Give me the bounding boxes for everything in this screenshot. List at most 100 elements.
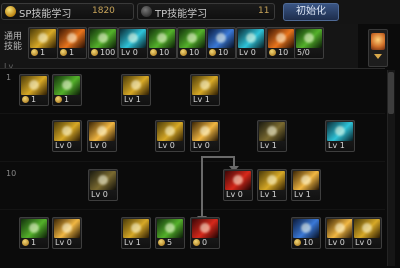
sp-coin-icon (294, 239, 301, 246)
skill-level-label: Lv 1 (260, 190, 277, 199)
skill-level-label: 1 (22, 95, 48, 104)
skill-connector-line (233, 156, 235, 166)
skill-slot[interactable]: 5 (155, 217, 185, 249)
skill-level-label: Lv 0 (226, 190, 243, 199)
sp-coin-icon (60, 49, 67, 56)
skill-level-label: 10 (209, 48, 235, 57)
skill-icon (59, 29, 85, 48)
sp-orb-icon (5, 6, 16, 17)
skill-icon (54, 122, 80, 141)
sp-coin-icon (209, 49, 216, 56)
sp-coin-icon (150, 49, 157, 56)
skill-common-8[interactable]: Lv 0 (236, 27, 266, 59)
tp-tab-label: TP技能学习 (155, 9, 208, 20)
skill-slot[interactable]: Lv 1 (257, 169, 287, 201)
skill-icon (296, 29, 322, 48)
character-select-button[interactable] (368, 29, 388, 67)
skill-common-9[interactable]: 10 (266, 27, 296, 59)
skill-icon (120, 29, 146, 48)
skill-level-label: Lv 1 (328, 141, 345, 150)
skill-level-label: Lv 0 (355, 238, 372, 247)
skill-common-1[interactable]: 1 (28, 27, 58, 59)
skill-slot[interactable]: Lv 0 (52, 217, 82, 249)
skill-slot[interactable]: 1 (52, 74, 82, 106)
scrollbar-thumb[interactable] (388, 72, 394, 114)
skill-slot[interactable]: 1 (19, 74, 49, 106)
skill-level-label: 0 (193, 238, 219, 247)
divider (0, 113, 385, 114)
skill-icon (21, 219, 47, 238)
skill-slot[interactable]: 10 (291, 217, 321, 249)
skill-level-label: Lv 0 (158, 141, 175, 150)
skill-common-2[interactable]: 1 (57, 27, 87, 59)
skill-icon (293, 219, 319, 238)
skill-common-4[interactable]: Lv 0 (118, 27, 148, 59)
skill-level-label: Lv 1 (124, 238, 141, 247)
skill-level-label: 1 (55, 95, 81, 104)
skill-slot[interactable]: Lv 0 (87, 120, 117, 152)
skill-slot[interactable]: Lv 0 (325, 217, 355, 249)
skill-slot[interactable]: Lv 1 (190, 74, 220, 106)
skill-icon (123, 76, 149, 95)
skill-slot[interactable]: Lv 0 (52, 120, 82, 152)
skill-common-7[interactable]: 10 (206, 27, 236, 59)
sp-coin-icon (55, 96, 62, 103)
skill-connector-line (201, 156, 234, 158)
level-prefix-label: Lv. (4, 62, 16, 71)
skill-icon (54, 76, 80, 95)
skill-icon (90, 171, 116, 190)
skill-level-label: 5 (158, 238, 184, 247)
skill-icon (327, 219, 353, 238)
skill-common-5[interactable]: 10 (147, 27, 177, 59)
tp-skill-tab[interactable]: TP技能学习 11 (137, 3, 275, 20)
skill-level-label: Lv 0 (193, 141, 210, 150)
skill-level-label: 5/0 (297, 48, 310, 57)
skill-window-header: SP技能学习 1820 TP技能学习 11 初始化 (0, 0, 400, 24)
skill-icon (192, 122, 218, 141)
skill-level-label: Lv 0 (239, 48, 256, 57)
sp-points-value: 1820 (92, 6, 115, 16)
skill-slot[interactable]: Lv 0 (190, 120, 220, 152)
skill-icon (225, 171, 251, 190)
reset-skills-button[interactable]: 初始化 (283, 3, 339, 21)
skill-level-label: 1 (31, 48, 57, 57)
skill-level-label: Lv 0 (328, 238, 345, 247)
skill-level-label: Lv 1 (124, 95, 141, 104)
skill-slot[interactable]: Lv 1 (257, 120, 287, 152)
sp-coin-icon (22, 96, 29, 103)
skill-icon (123, 219, 149, 238)
skill-level-label: Lv 0 (121, 48, 138, 57)
skill-icon (157, 219, 183, 238)
sp-coin-icon (91, 49, 98, 56)
skill-slot[interactable]: Lv 0 (88, 169, 118, 201)
skill-slot[interactable]: Lv 1 (291, 169, 321, 201)
skill-common-6[interactable]: 10 (177, 27, 207, 59)
sp-coin-icon (31, 49, 38, 56)
sp-coin-icon (22, 239, 29, 246)
sp-skill-tab[interactable]: SP技能学习 1820 (1, 3, 134, 20)
sp-coin-icon (158, 239, 165, 246)
tp-points-value: 11 (258, 6, 270, 16)
skill-connector-line (201, 156, 203, 216)
common-skills-label: 通用技能 (4, 32, 23, 52)
skill-level-label: 10 (180, 48, 206, 57)
skill-slot[interactable]: Lv 1 (121, 217, 151, 249)
skill-slot[interactable]: Lv 0 (223, 169, 253, 201)
skill-slot[interactable]: 0 (190, 217, 220, 249)
skill-slot[interactable]: Lv 0 (155, 120, 185, 152)
skill-slot[interactable]: Lv 0 (352, 217, 382, 249)
sp-coin-icon (193, 239, 200, 246)
skill-common-3[interactable]: 100 (88, 27, 118, 59)
skill-icon (179, 29, 205, 48)
skill-icon (90, 29, 116, 48)
skill-common-10[interactable]: 5/0 (294, 27, 324, 59)
skill-icon (208, 29, 234, 48)
skill-slot[interactable]: Lv 1 (121, 74, 151, 106)
skill-icon (327, 122, 353, 141)
skill-level-label: 10 (294, 238, 320, 247)
skill-slot[interactable]: Lv 1 (325, 120, 355, 152)
sp-coin-icon (269, 49, 276, 56)
skill-level-label: 10 (150, 48, 176, 57)
skill-slot[interactable]: 1 (19, 217, 49, 249)
skill-icon (21, 76, 47, 95)
